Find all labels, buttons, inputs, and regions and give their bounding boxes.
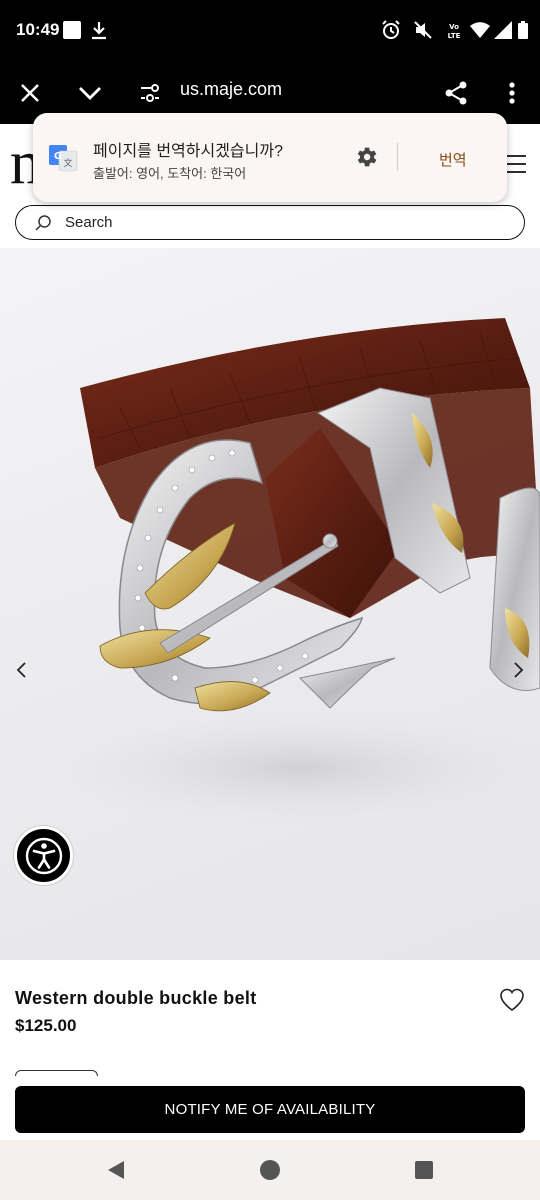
system-nav-bar [0, 1140, 540, 1200]
translate-button[interactable]: 번역 [439, 149, 467, 170]
product-image[interactable] [0, 248, 540, 960]
svg-text:Vo: Vo [449, 23, 459, 31]
sticky-cta: NOTIFY ME OF AVAILABILITY [0, 1076, 540, 1140]
search-placeholder: Search [65, 214, 113, 231]
accessibility-icon [25, 837, 62, 874]
accessibility-button[interactable] [14, 826, 73, 885]
share-icon[interactable] [438, 75, 474, 111]
wifi-icon [470, 22, 490, 38]
status-time: 10:49 [16, 20, 60, 39]
svg-text:文: 文 [63, 157, 72, 169]
alarm-icon [382, 20, 400, 39]
web-page: m Search [0, 124, 540, 1140]
chevron-left-icon[interactable] [12, 660, 32, 680]
battery-icon [518, 21, 528, 39]
translate-title: 페이지를 번역하시겠습니까? [93, 143, 283, 160]
status-bar: 10:49 Vo LTE [0, 0, 540, 62]
belt-illustration [40, 318, 540, 828]
more-vert-icon[interactable] [494, 75, 530, 111]
translate-popup: G 文 페이지를 번역하시겠습니까? 출발어: 영어, 도착어: 한국어 번역 [33, 113, 507, 202]
notification-square-icon [63, 21, 81, 39]
heart-outline-icon[interactable] [498, 986, 526, 1014]
download-icon [92, 22, 106, 40]
site-settings-icon[interactable] [132, 75, 168, 111]
gear-icon[interactable] [353, 144, 379, 170]
chevron-right-icon[interactable] [508, 660, 528, 680]
svg-text:G: G [54, 151, 62, 162]
back-triangle-icon[interactable] [104, 1158, 128, 1182]
svg-text:LTE: LTE [448, 32, 461, 40]
signal-icon [494, 21, 512, 39]
close-icon[interactable] [12, 75, 48, 111]
product-name: Western double buckle belt [15, 988, 257, 1008]
search-icon [35, 214, 51, 231]
product-price: $125.00 [15, 1016, 77, 1035]
search-input[interactable]: Search [15, 205, 525, 240]
recents-square-icon[interactable] [412, 1158, 436, 1182]
notify-availability-button[interactable]: NOTIFY ME OF AVAILABILITY [15, 1086, 525, 1133]
url-bar[interactable]: us.maje.com [180, 79, 282, 100]
translate-subtitle: 출발어: 영어, 도착어: 한국어 [93, 166, 247, 181]
popup-divider [397, 143, 398, 171]
home-circle-icon[interactable] [258, 1158, 282, 1182]
chevron-down-icon[interactable] [72, 75, 108, 111]
mute-icon [414, 21, 432, 39]
google-translate-icon: G 文 [49, 145, 78, 172]
volte-icon: VoLTE [448, 23, 461, 40]
